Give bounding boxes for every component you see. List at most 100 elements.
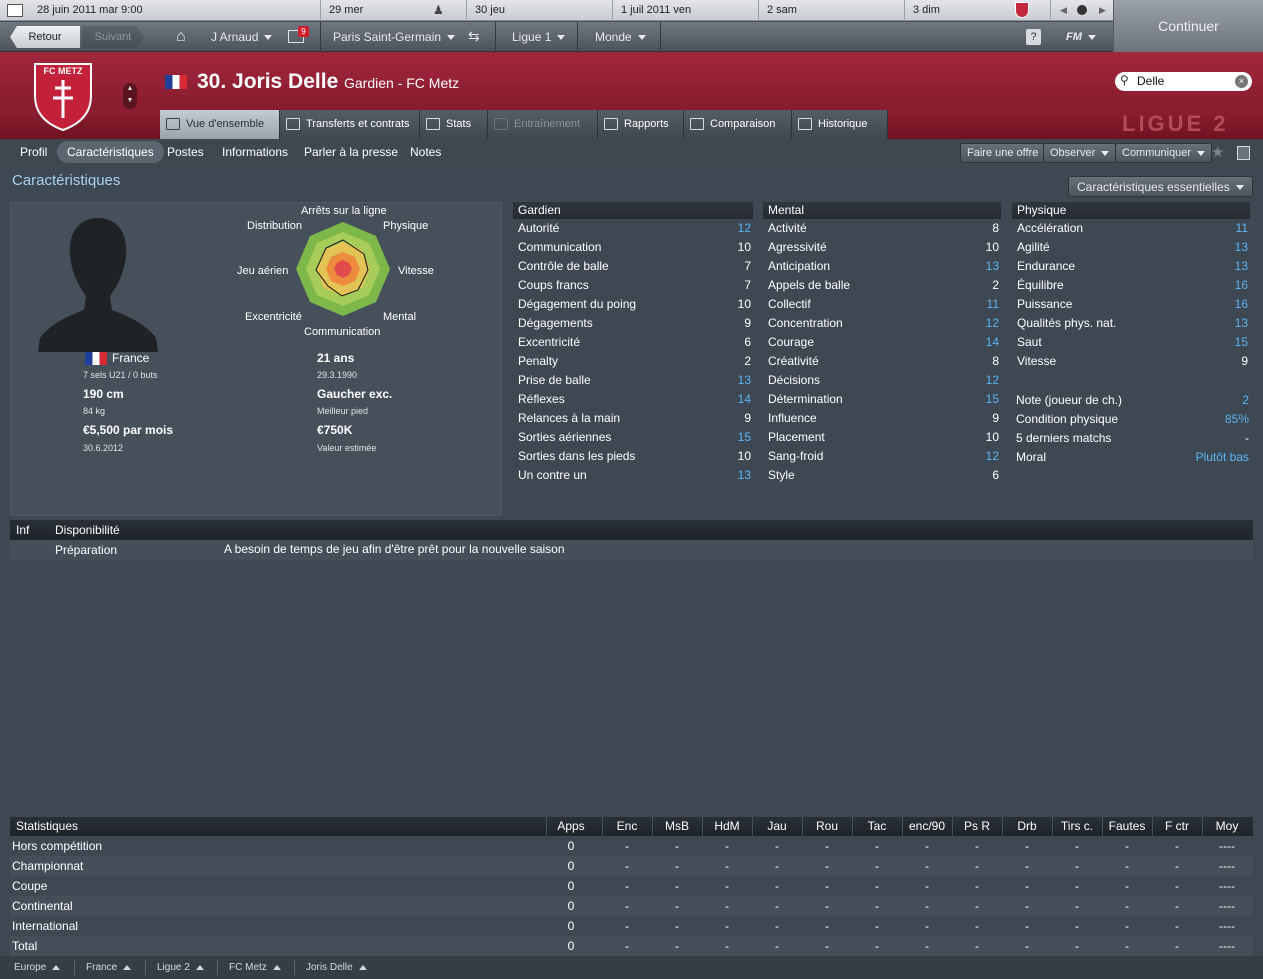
- subnav-profil[interactable]: Profil: [20, 141, 47, 163]
- breadcrumb-arrow-icon[interactable]: [195, 964, 204, 970]
- table-cell: -: [925, 859, 929, 873]
- calendar-day[interactable]: 1 juil 2011 ven: [621, 0, 691, 21]
- attribute-group-header: Mental: [763, 202, 1001, 219]
- breadcrumb-item[interactable]: FC Metz: [229, 956, 281, 979]
- calendar-day[interactable]: 30 jeu: [475, 0, 505, 21]
- table-cell: -: [625, 939, 629, 953]
- attribute-name: Vitesse: [1017, 354, 1057, 368]
- subnav-postes[interactable]: Postes: [167, 141, 204, 163]
- table-cell: 0: [567, 919, 575, 933]
- attribute-name: Autorité: [518, 221, 560, 235]
- tab-transfers[interactable]: Transferts et contrats: [280, 110, 420, 139]
- tab-stats[interactable]: Stats: [420, 110, 488, 139]
- preferred-foot-label: Meilleur pied: [317, 406, 369, 416]
- swap-icon[interactable]: ⇆: [468, 28, 480, 45]
- continue-button[interactable]: Continuer: [1113, 0, 1263, 52]
- table-cell: -: [1025, 919, 1029, 933]
- attribute-name: Sorties dans les pieds: [518, 449, 636, 463]
- calendar-day[interactable]: 29 mer: [329, 0, 363, 21]
- back-button[interactable]: Retour: [10, 26, 80, 48]
- breadcrumb-item[interactable]: Joris Delle: [306, 956, 367, 979]
- height: 190 cm: [83, 387, 124, 401]
- subnav-caracteristiques[interactable]: Caractéristiques: [57, 141, 164, 163]
- attribute-name: Sorties aériennes: [518, 430, 612, 444]
- home-icon[interactable]: ⌂: [176, 28, 186, 46]
- clear-icon[interactable]: ×: [1235, 75, 1248, 88]
- breadcrumb-arrow-icon[interactable]: [272, 964, 281, 970]
- stats-column-header[interactable]: F ctr: [1152, 817, 1202, 836]
- stats-column-header[interactable]: Tirs c.: [1052, 817, 1102, 836]
- table-cell: -: [1175, 899, 1179, 913]
- table-cell: -: [925, 839, 929, 853]
- fm-menu[interactable]: FM: [1066, 22, 1096, 52]
- interact-button[interactable]: Communiquer: [1115, 143, 1213, 163]
- search-input[interactable]: ⚲ Delle ×: [1115, 72, 1252, 91]
- help-button[interactable]: ?: [1026, 29, 1041, 45]
- breadcrumb-arrow-icon[interactable]: [358, 964, 367, 970]
- table-cell: -: [1175, 839, 1179, 853]
- column-divider: [752, 817, 753, 836]
- breadcrumb-item[interactable]: Europe: [14, 956, 61, 979]
- tab-overview[interactable]: Vue d'ensemble: [160, 110, 280, 139]
- attribute-value: 12: [737, 221, 751, 235]
- subnav-informations[interactable]: Informations: [222, 141, 288, 163]
- tab-comparison[interactable]: Comparaison: [684, 110, 792, 139]
- stats-column-header[interactable]: Rou: [802, 817, 852, 836]
- league-badge: LIGUE 2: [1122, 111, 1229, 136]
- radar-label-distribution: Distribution: [247, 220, 303, 232]
- calendar-day[interactable]: 28 juin 2011 mar 9:00: [37, 0, 143, 21]
- stats-column-header[interactable]: Jau: [752, 817, 802, 836]
- tab-training[interactable]: Entraînement: [488, 110, 598, 139]
- stats-column-header[interactable]: Apps: [546, 817, 596, 836]
- attribute-value: 15: [1234, 335, 1248, 349]
- column-divider: [702, 817, 703, 836]
- attribute-name: Communication: [518, 240, 602, 254]
- attribute-row: Agressivité 10: [768, 238, 999, 257]
- make-offer-button[interactable]: Faire une offre: [960, 143, 1046, 163]
- club-menu[interactable]: Paris Saint-Germain: [333, 22, 456, 52]
- forward-button[interactable]: Suivant: [82, 26, 144, 48]
- subnav-presse[interactable]: Parler à la presse: [304, 141, 398, 163]
- attribute-value: 13: [1234, 240, 1248, 254]
- attribute-row: Saut 15: [1017, 333, 1248, 352]
- breadcrumb-item[interactable]: France: [86, 956, 132, 979]
- table-cell: -: [725, 919, 729, 933]
- player-stepper[interactable]: ▲ ▼: [123, 83, 137, 109]
- table-row-label: Total: [12, 939, 38, 953]
- manager-menu[interactable]: J Arnaud: [211, 22, 273, 52]
- breadcrumb-arrow-icon[interactable]: [52, 964, 61, 970]
- world-menu[interactable]: Monde: [595, 22, 646, 52]
- calendar-day[interactable]: 2 sam: [767, 0, 797, 21]
- breadcrumb-item[interactable]: Ligue 2: [157, 956, 204, 979]
- stats-column-header[interactable]: MsB: [652, 817, 702, 836]
- breadcrumb-arrow-icon[interactable]: [123, 964, 132, 970]
- subnav-notes[interactable]: Notes: [410, 141, 441, 163]
- attribute-row: Anticipation 13: [768, 257, 999, 276]
- stats-column-header[interactable]: Ps R: [952, 817, 1002, 836]
- attribute-row: Agilité 13: [1017, 238, 1248, 257]
- stats-column-header[interactable]: enc/90: [902, 817, 952, 836]
- calendar-icon[interactable]: [7, 4, 23, 17]
- table-row-label: Coupe: [12, 879, 48, 893]
- stats-column-header[interactable]: HdM: [702, 817, 752, 836]
- stats-column-header[interactable]: Drb: [1002, 817, 1052, 836]
- stats-column-header[interactable]: Tac: [852, 817, 902, 836]
- dot-icon[interactable]: [1077, 5, 1087, 15]
- notes-icon[interactable]: [1237, 146, 1250, 160]
- view-select[interactable]: Caractéristiques essentielles: [1068, 176, 1253, 197]
- table-cell: -: [875, 859, 879, 873]
- league-menu[interactable]: Ligue 1: [512, 22, 566, 52]
- calendar-day[interactable]: 3 dim: [913, 0, 940, 21]
- nation[interactable]: France: [112, 351, 149, 365]
- stats-column-header[interactable]: Enc: [602, 817, 652, 836]
- stats-column-header[interactable]: Fautes: [1102, 817, 1152, 836]
- scout-button[interactable]: Observer: [1043, 143, 1117, 163]
- next-arrow-icon[interactable]: ▶: [1099, 0, 1106, 21]
- tab-reports[interactable]: Rapports: [598, 110, 684, 139]
- star-icon[interactable]: ★: [1211, 143, 1224, 161]
- tab-history[interactable]: Historique: [792, 110, 888, 139]
- table-cell: -: [925, 899, 929, 913]
- prev-arrow-icon[interactable]: ◀: [1060, 0, 1067, 21]
- value: €750K: [317, 423, 353, 437]
- stats-column-header[interactable]: Moy: [1202, 817, 1252, 836]
